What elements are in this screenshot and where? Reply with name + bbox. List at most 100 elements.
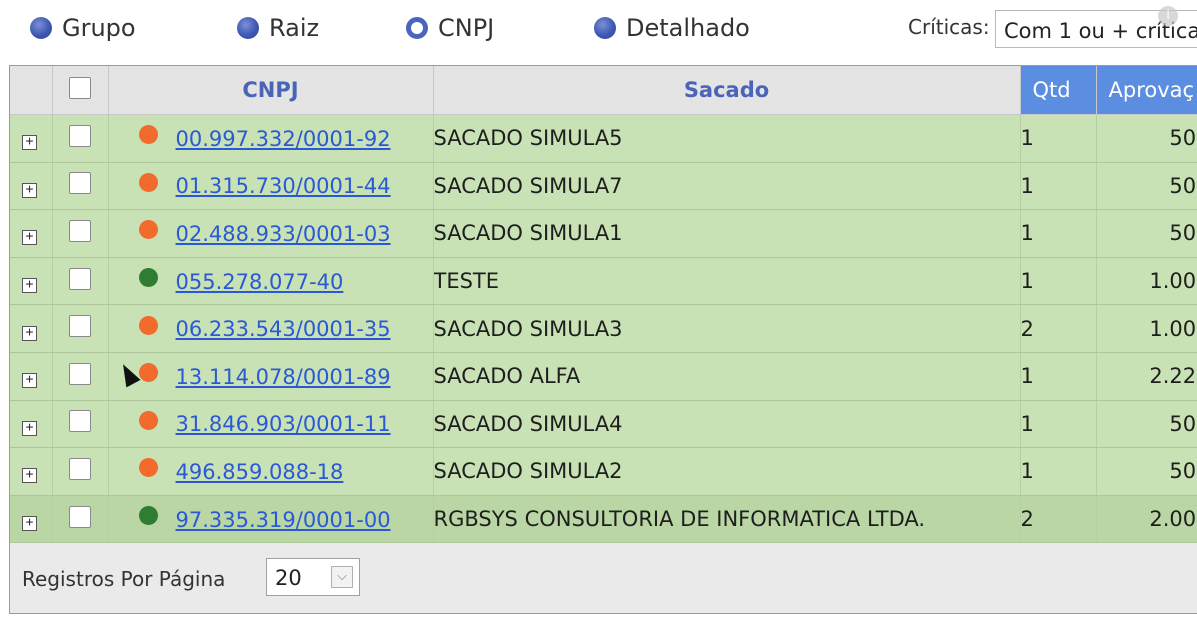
- expand-cell: +: [10, 352, 53, 401]
- status-dot-icon: [138, 363, 158, 383]
- row-checkbox[interactable]: [69, 124, 91, 147]
- row-checkbox[interactable]: [69, 219, 91, 242]
- select-all-checkbox[interactable]: [69, 76, 91, 99]
- status-dot-icon: [138, 315, 158, 335]
- table-row[interactable]: +055.278.077-40 TESTE11.000: [10, 257, 1197, 306]
- cnpj-cell: 97.335.319/0001-00: [108, 495, 434, 544]
- qtd-cell: 1: [1020, 162, 1097, 211]
- qtd-cell: 1: [1020, 352, 1097, 401]
- chevron-down-icon[interactable]: ⌵: [331, 566, 353, 588]
- sacado-table: CNPJ Sacado Qtd Aprovaç +00.997.332/0001…: [10, 66, 1197, 544]
- status-dot-icon: [138, 172, 158, 192]
- select-cell: [52, 162, 109, 211]
- column-header-qtd[interactable]: Qtd: [1020, 66, 1097, 115]
- expand-plus-icon[interactable]: +: [22, 325, 37, 341]
- qtd-cell: 2: [1020, 495, 1097, 544]
- sacado-cell: SACADO SIMULA5: [433, 114, 1021, 163]
- cnpj-link[interactable]: 13.114.078/0001-89: [176, 365, 391, 389]
- row-checkbox[interactable]: [69, 362, 91, 385]
- status-dot-icon: [138, 506, 158, 526]
- radio-cnpj[interactable]: CNPJ: [406, 14, 494, 42]
- cnpj-link[interactable]: 00.997.332/0001-92: [176, 127, 391, 151]
- radio-detalhado[interactable]: Detalhado: [594, 14, 750, 42]
- radio-grupo-dot[interactable]: [30, 17, 52, 39]
- sacado-cell: SACADO SIMULA4: [433, 400, 1021, 449]
- page-size-value: 20: [275, 566, 302, 590]
- status-dot-icon: [138, 220, 158, 240]
- sacado-cell: SACADO SIMULA7: [433, 162, 1021, 211]
- sacado-cell: SACADO ALFA: [433, 352, 1021, 401]
- status-dot-icon: [138, 268, 158, 288]
- cnpj-link[interactable]: 97.335.319/0001-00: [176, 508, 391, 532]
- aprovacao-cell: 500: [1096, 114, 1197, 163]
- radio-raiz-dot[interactable]: [237, 17, 259, 39]
- radio-grupo-label: Grupo: [62, 14, 136, 42]
- row-checkbox[interactable]: [69, 410, 91, 433]
- status-dot-icon: [138, 410, 158, 430]
- qtd-cell: 1: [1020, 400, 1097, 449]
- cnpj-link[interactable]: 02.488.933/0001-03: [176, 222, 391, 246]
- cnpj-link[interactable]: 055.278.077-40: [176, 270, 344, 294]
- expand-plus-icon[interactable]: +: [22, 468, 37, 484]
- table-row[interactable]: +00.997.332/0001-92 SACADO SIMULA51500: [10, 114, 1197, 163]
- cnpj-link[interactable]: 31.846.903/0001-11: [176, 412, 391, 436]
- column-header-cnpj[interactable]: CNPJ: [108, 66, 434, 115]
- row-checkbox[interactable]: [69, 267, 91, 290]
- row-checkbox[interactable]: [69, 505, 91, 528]
- status-dot-icon: [138, 125, 158, 145]
- select-cell: [52, 304, 109, 353]
- column-header-sacado[interactable]: Sacado: [433, 66, 1021, 115]
- row-checkbox[interactable]: [69, 457, 91, 480]
- cnpj-cell: 02.488.933/0001-03: [108, 209, 434, 258]
- select-cell: [52, 447, 109, 496]
- table-row[interactable]: +06.233.543/0001-35 SACADO SIMULA321.000: [10, 304, 1197, 353]
- table-row[interactable]: +13.114.078/0001-89 SACADO ALFA12.222: [10, 352, 1197, 401]
- cnpj-cell: 31.846.903/0001-11: [108, 400, 434, 449]
- aprovacao-cell: 500: [1096, 162, 1197, 211]
- select-cell: [52, 495, 109, 544]
- cnpj-link[interactable]: 01.315.730/0001-44: [176, 174, 391, 198]
- aprovacao-cell: 1.000: [1096, 257, 1197, 306]
- expand-cell: +: [10, 257, 53, 306]
- expand-plus-icon[interactable]: +: [22, 135, 37, 151]
- radio-cnpj-label: CNPJ: [438, 14, 495, 42]
- aprovacao-cell: 2.000: [1096, 495, 1197, 544]
- table-row[interactable]: +01.315.730/0001-44 SACADO SIMULA71500: [10, 162, 1197, 211]
- table-row[interactable]: +496.859.088-18 SACADO SIMULA21500: [10, 447, 1197, 496]
- expand-plus-icon[interactable]: +: [22, 420, 37, 436]
- column-header-aprovacao[interactable]: Aprovaç: [1096, 66, 1197, 115]
- expand-plus-icon[interactable]: +: [22, 182, 37, 198]
- page-size-select[interactable]: 20 ⌵: [266, 558, 360, 596]
- cnpj-link[interactable]: 496.859.088-18: [176, 460, 344, 484]
- cnpj-cell: 055.278.077-40: [108, 257, 434, 306]
- table-row[interactable]: +02.488.933/0001-03 SACADO SIMULA11500: [10, 209, 1197, 258]
- radio-raiz[interactable]: Raiz: [237, 14, 319, 42]
- radio-detalhado-label: Detalhado: [626, 14, 750, 42]
- expand-plus-icon[interactable]: +: [22, 230, 37, 246]
- criticas-label: Críticas:: [908, 15, 990, 39]
- radio-raiz-label: Raiz: [269, 14, 320, 42]
- select-cell: [52, 352, 109, 401]
- select-cell: [52, 257, 109, 306]
- table-row[interactable]: +31.846.903/0001-11 SACADO SIMULA41500: [10, 400, 1197, 449]
- radio-grupo[interactable]: Grupo: [30, 14, 136, 42]
- qtd-cell: 1: [1020, 257, 1097, 306]
- expand-cell: +: [10, 400, 53, 449]
- aprovacao-cell: 2.222: [1096, 352, 1197, 401]
- radio-detalhado-dot[interactable]: [594, 17, 616, 39]
- radio-cnpj-dot[interactable]: [406, 17, 428, 39]
- expand-cell: +: [10, 304, 53, 353]
- sacado-cell: RGBSYS CONSULTORIA DE INFORMATICA LTDA.: [433, 495, 1021, 544]
- cnpj-link[interactable]: 06.233.543/0001-35: [176, 317, 391, 341]
- table-row[interactable]: +97.335.319/0001-00 RGBSYS CONSULTORIA DE…: [10, 495, 1197, 544]
- row-checkbox[interactable]: [69, 172, 91, 195]
- sacado-cell: SACADO SIMULA1: [433, 209, 1021, 258]
- sacado-cell: SACADO SIMULA2: [433, 447, 1021, 496]
- expand-plus-icon[interactable]: +: [22, 278, 37, 294]
- row-checkbox[interactable]: [69, 315, 91, 338]
- expand-cell: +: [10, 447, 53, 496]
- select-cell: [52, 114, 109, 163]
- expand-plus-icon[interactable]: +: [22, 373, 37, 389]
- select-cell: [52, 400, 109, 449]
- expand-plus-icon[interactable]: +: [22, 516, 37, 532]
